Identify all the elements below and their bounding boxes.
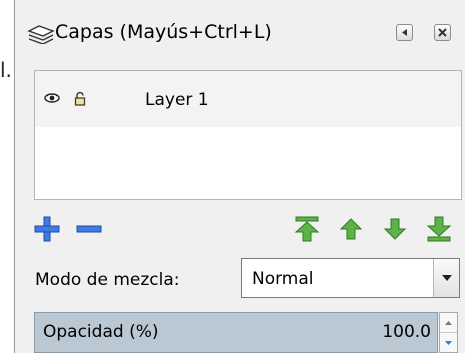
lock-open-icon[interactable] xyxy=(74,92,86,106)
close-button[interactable] xyxy=(434,24,451,41)
layer-list[interactable]: Layer 1 xyxy=(34,70,462,200)
panel-titlebar: Capas (Mayús+Ctrl+L) xyxy=(15,0,465,62)
layer-name: Layer 1 xyxy=(145,90,209,110)
opacity-value: 100.0 xyxy=(382,322,431,342)
spin-up-button[interactable] xyxy=(440,313,457,333)
spin-down-button[interactable] xyxy=(440,333,457,352)
blend-mode-value: Normal xyxy=(252,269,314,289)
raise-layer-icon[interactable] xyxy=(337,215,365,243)
dock-button[interactable] xyxy=(396,24,413,41)
opacity-label: Opacidad (%) xyxy=(43,322,159,342)
layer-toolbar xyxy=(15,210,465,250)
spin-down-icon xyxy=(445,340,452,345)
lower-to-bottom-icon[interactable] xyxy=(425,215,453,243)
left-text-fragment: l. xyxy=(0,58,12,82)
layer-row[interactable]: Layer 1 xyxy=(35,71,461,127)
add-layer-icon[interactable] xyxy=(33,215,61,243)
eye-icon[interactable] xyxy=(44,93,60,103)
blend-mode-select[interactable]: Normal xyxy=(241,258,460,298)
blend-mode-label: Modo de mezcla: xyxy=(35,270,180,290)
panel-title: Capas (Mayús+Ctrl+L) xyxy=(55,21,272,43)
close-icon xyxy=(438,28,447,37)
layers-icon xyxy=(27,25,55,44)
layers-panel: Capas (Mayús+Ctrl+L) Layer 1 Modo de mez… xyxy=(14,0,465,353)
opacity-slider[interactable]: Opacidad (%) 100.0 xyxy=(34,312,438,353)
raise-to-top-icon[interactable] xyxy=(293,215,321,243)
chevron-down-icon xyxy=(441,275,452,281)
dock-icon xyxy=(402,29,407,36)
spin-up-icon xyxy=(445,320,452,325)
opacity-spinner[interactable] xyxy=(439,312,458,353)
remove-layer-icon[interactable] xyxy=(75,215,103,243)
lower-layer-icon[interactable] xyxy=(381,215,409,243)
blend-mode-dropdown-button[interactable] xyxy=(433,259,459,297)
